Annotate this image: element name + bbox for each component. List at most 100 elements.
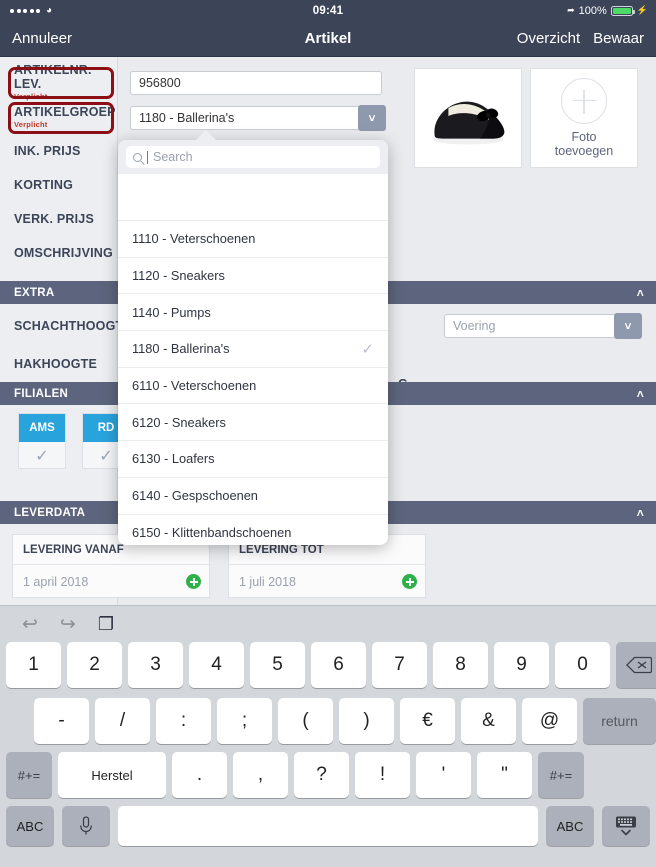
list-item[interactable]: 1140 - Pumps (118, 294, 388, 332)
list-item-label: 6120 - Sneakers (132, 414, 226, 430)
redo-icon[interactable]: ↪ (60, 613, 76, 636)
key-9[interactable]: 9 (494, 642, 549, 688)
microphone-icon[interactable] (62, 806, 110, 846)
herstel-key[interactable]: Herstel (58, 752, 166, 798)
key--[interactable]: - (34, 698, 89, 744)
key-1[interactable]: 1 (6, 642, 61, 688)
key-,[interactable]: , (233, 752, 288, 798)
branch-code: AMS (19, 414, 65, 442)
key-:[interactable]: : (156, 698, 211, 744)
list-item-label: 1180 - Ballerina's (132, 341, 230, 357)
status-right: ➦ 100% ⚡ (567, 5, 656, 17)
text-caret (147, 150, 148, 164)
key-;[interactable]: ; (217, 698, 272, 744)
list-item-label: 6150 - Klittenbandschoenen (132, 524, 292, 540)
key-/[interactable]: / (95, 698, 150, 744)
keyboard-symbol-row: - /:;() € & @ return (0, 698, 656, 744)
key-6[interactable]: 6 (311, 642, 366, 688)
search-placeholder: Search (153, 150, 193, 164)
section-title-extra: EXTRA (14, 286, 55, 299)
abc-key-right[interactable]: ABC (546, 806, 594, 846)
plus-circle-green-icon[interactable] (402, 574, 417, 589)
key-([interactable]: ( (278, 698, 333, 744)
keyboard-number-row: 1234567890 (0, 642, 656, 688)
leverdata-value-row: 1 juli 2018 (229, 565, 425, 598)
section-title-filialen: FILIALEN (14, 387, 69, 400)
chevron-up-icon[interactable]: ˄ (637, 387, 644, 401)
space-key[interactable] (118, 806, 538, 846)
voering-select[interactable]: Voering (444, 314, 616, 338)
leverdata-date: 1 april 2018 (23, 574, 89, 589)
list-item[interactable]: 6110 - Veterschoenen (118, 368, 388, 405)
key-0[interactable]: 0 (555, 642, 610, 688)
popover-search-bar: Search (118, 140, 388, 174)
key-€[interactable]: € (400, 698, 455, 744)
list-item[interactable]: 1110 - Veterschoenen (118, 221, 388, 258)
chevron-up-icon[interactable]: ˄ (637, 286, 644, 300)
key-&[interactable]: & (461, 698, 516, 744)
label-hakhoogte: HAKHOOGTE (14, 357, 98, 371)
leverdata-date: 1 juli 2018 (239, 574, 296, 589)
status-time: 09:41 (312, 4, 344, 17)
list-item[interactable]: 6150 - Klittenbandschoenen (118, 515, 388, 546)
artikelgroep-dropdown-chevron-down-icon[interactable]: ˅ (358, 105, 386, 131)
return-key[interactable]: return (583, 698, 656, 744)
branch-tile-ams[interactable]: AMS ✓ (18, 413, 66, 469)
list-item[interactable]: 1180 - Ballerina's ✓ (118, 331, 388, 368)
list-item[interactable]: 1120 - Sneakers (118, 258, 388, 295)
undo-icon[interactable]: ↩ (22, 613, 38, 636)
artikelgroep-option-list[interactable]: 1110 - Veterschoenen 1120 - Sneakers 1140 … (118, 174, 388, 545)
backspace-icon[interactable] (616, 642, 656, 688)
charging-bolt-icon: ⚡ (636, 5, 648, 15)
key-"[interactable]: " (477, 752, 532, 798)
search-input[interactable]: Search (126, 146, 380, 168)
key-8[interactable]: 8 (433, 642, 488, 688)
nav-right-group: Overzicht Bewaar (517, 30, 644, 47)
ballerina-shoe-image (415, 69, 521, 167)
key-'[interactable]: ' (416, 752, 471, 798)
label-ink-prijs: INK. PRIJS (14, 144, 81, 158)
check-icon[interactable]: ✓ (19, 442, 65, 469)
key-)[interactable]: ) (339, 698, 394, 744)
key-7[interactable]: 7 (372, 642, 427, 688)
article-photo[interactable] (414, 68, 522, 168)
symbols-key-right[interactable]: #+= (538, 752, 584, 798)
mic-glyph (80, 816, 92, 835)
artikelnr-input[interactable]: 956800 (130, 71, 382, 95)
add-photo-label: Foto toevoegen (554, 129, 614, 158)
key-@[interactable]: @ (522, 698, 577, 744)
status-bar: ◕ 09:41 ➦ 100% ⚡ (0, 0, 656, 21)
key-4[interactable]: 4 (189, 642, 244, 688)
list-item[interactable]: 6120 - Sneakers (118, 404, 388, 442)
key-.[interactable]: . (172, 752, 227, 798)
key-5[interactable]: 5 (250, 642, 305, 688)
label-schachthoogte: SCHACHTHOOGTE (14, 319, 132, 333)
add-photo-button[interactable]: Foto toevoegen (530, 68, 638, 168)
overview-button[interactable]: Overzicht (517, 30, 580, 47)
plus-circle-icon (560, 77, 607, 124)
key-3[interactable]: 3 (128, 642, 183, 688)
label-artikelgroep: ARTIKELGROEP Verplicht (14, 105, 116, 129)
list-item-label: 6140 - Gespschoenen (132, 488, 258, 504)
list-item[interactable] (118, 174, 388, 221)
label-verk-prijs: VERK. PRIJS (14, 212, 95, 226)
key-2[interactable]: 2 (67, 642, 122, 688)
save-button[interactable]: Bewaar (593, 30, 644, 47)
check-icon: ✓ (361, 340, 374, 358)
symbols-key-left[interactable]: #+= (6, 752, 52, 798)
list-item[interactable]: 6140 - Gespschoenen (118, 478, 388, 515)
keyboard-toolbar: ↩ ↪ ❐ (0, 606, 656, 642)
list-item-label: 1140 - Pumps (132, 304, 211, 320)
paste-icon[interactable]: ❐ (98, 614, 114, 635)
voering-dropdown-chevron-down-icon[interactable]: ˅ (614, 313, 642, 339)
list-item[interactable]: 6130 - Loafers (118, 441, 388, 478)
hide-keyboard-glyph (616, 816, 636, 836)
hide-keyboard-icon[interactable] (602, 806, 650, 846)
chevron-up-icon[interactable]: ˄ (637, 506, 644, 520)
backspace-glyph (626, 656, 652, 674)
plus-circle-green-icon[interactable] (186, 574, 201, 589)
abc-key-left[interactable]: ABC (6, 806, 54, 846)
artikelgroep-select[interactable]: 1180 - Ballerina's (130, 106, 382, 130)
key-?[interactable]: ? (294, 752, 349, 798)
key-![interactable]: ! (355, 752, 410, 798)
